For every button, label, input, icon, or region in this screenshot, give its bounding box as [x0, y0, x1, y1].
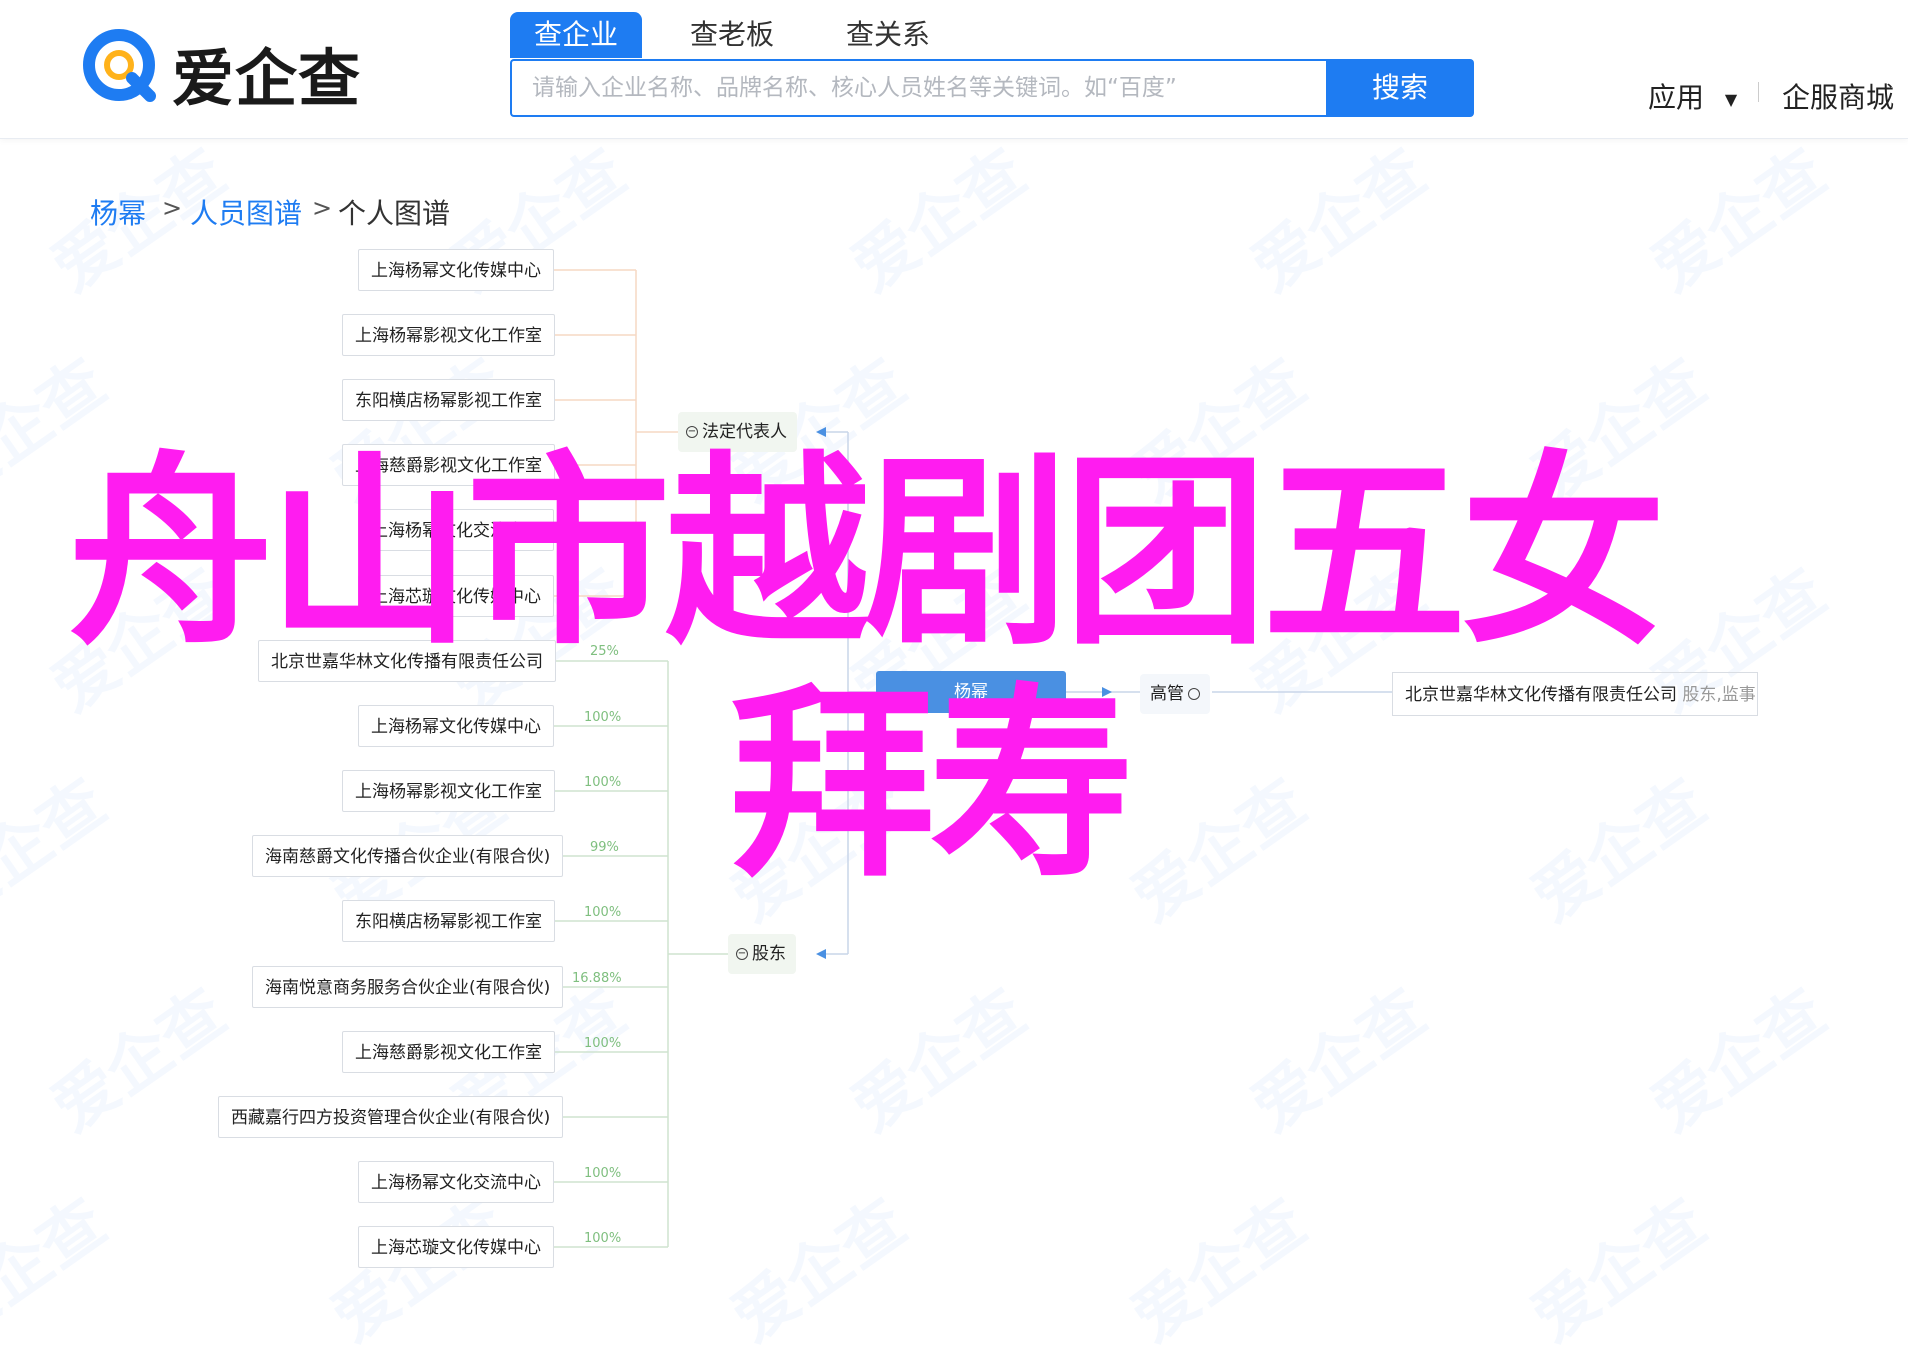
executive-role-text: 股东,监事: [1682, 685, 1756, 705]
shareholder-company-node[interactable]: 上海芯璇文化传媒中心: [358, 1226, 554, 1268]
share-pct: 100%: [584, 1036, 622, 1051]
collapse-icon: [1188, 688, 1200, 700]
overlay-title-line1: 舟山市越剧团五女: [68, 435, 1666, 673]
executive-company-name: 北京世嘉华林文化传播有限责任公司: [1405, 685, 1677, 705]
shareholder-company-node[interactable]: 西藏嘉行四方投资管理合伙企业(有限合伙): [218, 1096, 564, 1138]
shareholder-label: 股东: [752, 944, 786, 964]
share-pct: 100%: [584, 1231, 622, 1246]
share-pct: 100%: [584, 1166, 622, 1181]
shareholder-company-node[interactable]: 上海杨幂文化传媒中心: [358, 705, 554, 747]
share-pct: 16.88%: [572, 971, 622, 986]
collapse-icon: −: [736, 948, 748, 960]
shareholder-company-node[interactable]: 东阳横店杨幂影视工作室: [342, 900, 555, 942]
overlay-title-line2: 拜寿: [730, 667, 1134, 905]
share-pct: 100%: [584, 905, 622, 920]
executive-label: 高管: [1150, 684, 1184, 704]
executive-hub[interactable]: 高管: [1140, 674, 1210, 714]
share-pct: 100%: [584, 710, 622, 725]
legal-rep-company-node[interactable]: 东阳横店杨幂影视工作室: [342, 379, 555, 421]
shareholder-company-node[interactable]: 上海慈爵影视文化工作室: [342, 1031, 555, 1073]
executive-company-node[interactable]: 北京世嘉华林文化传播有限责任公司 股东,监事: [1392, 672, 1758, 716]
shareholder-company-node[interactable]: 上海杨幂文化交流中心: [358, 1161, 554, 1203]
shareholder-company-node[interactable]: 上海杨幂影视文化工作室: [342, 770, 555, 812]
shareholder-company-node[interactable]: 海南悦意商务服务合伙企业(有限合伙): [252, 966, 564, 1008]
legal-rep-company-node[interactable]: 上海杨幂影视文化工作室: [342, 314, 555, 356]
share-pct: 99%: [590, 840, 619, 855]
legal-rep-company-node[interactable]: 上海杨幂文化传媒中心: [358, 249, 554, 291]
share-pct: 100%: [584, 775, 622, 790]
shareholder-hub[interactable]: − 股东: [728, 934, 796, 974]
shareholder-company-node[interactable]: 海南慈爵文化传播合伙企业(有限合伙): [252, 835, 564, 877]
